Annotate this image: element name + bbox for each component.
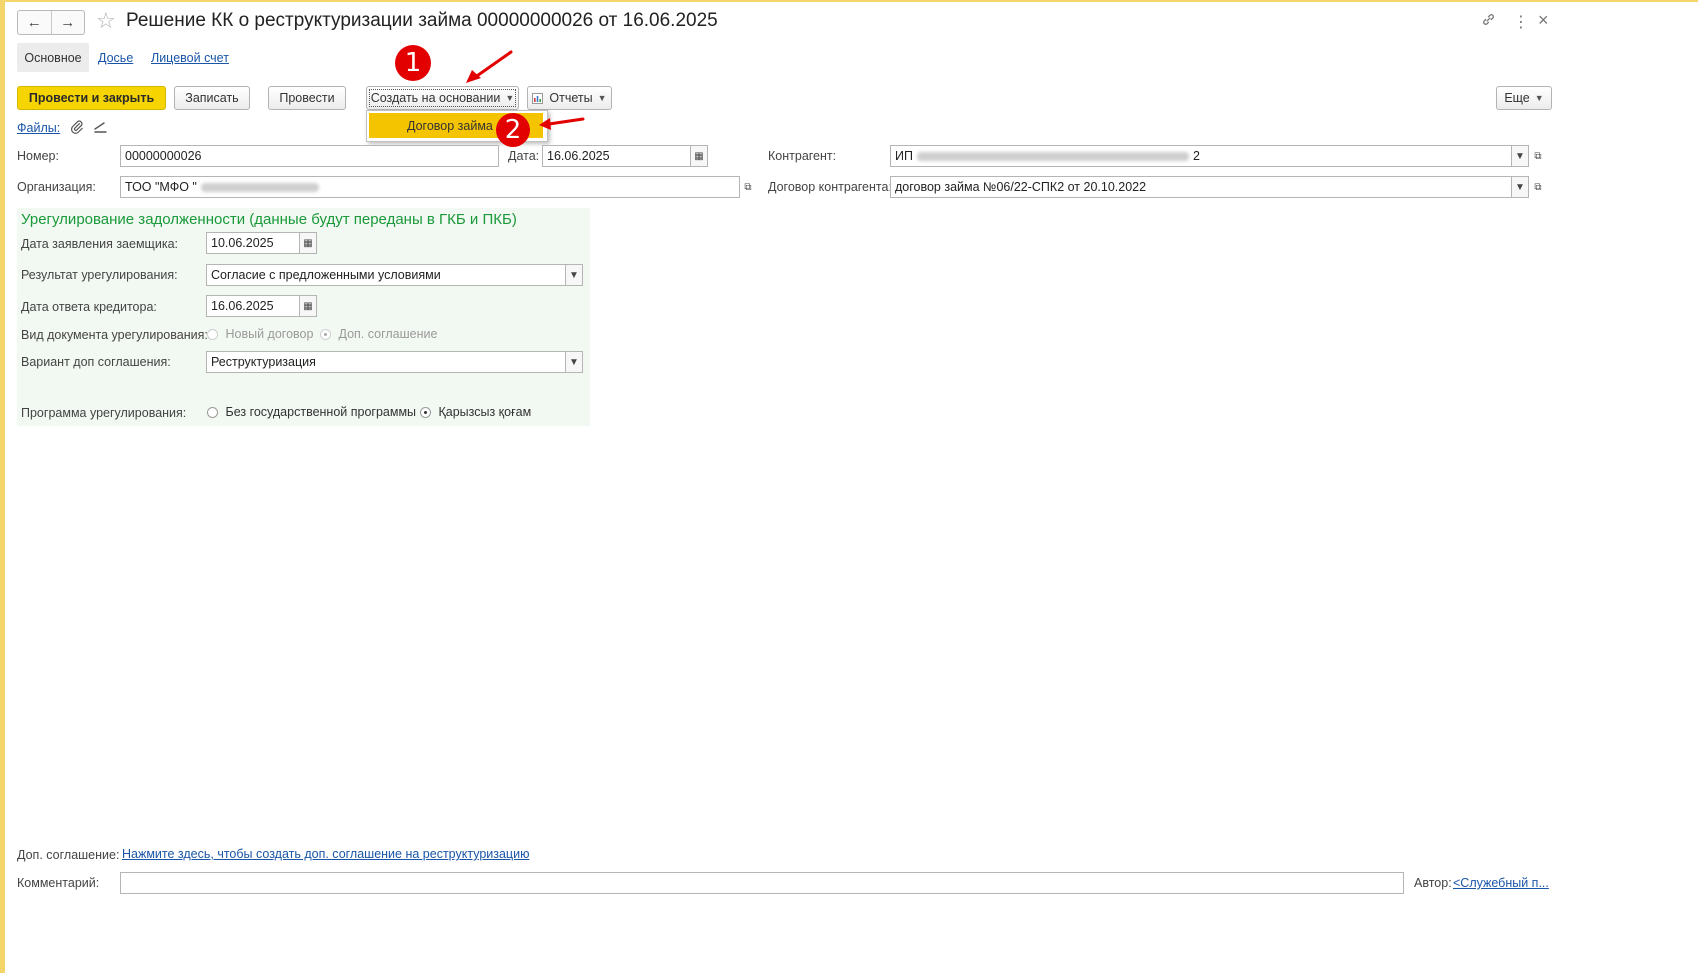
tab-dossier[interactable]: Досье	[98, 51, 133, 65]
contract-open-button[interactable]: ⧉	[1529, 176, 1547, 198]
author-label: Автор:	[1414, 876, 1452, 890]
date-field[interactable]: 16.06.2025	[542, 145, 691, 167]
organization-open-button[interactable]: ⧉	[739, 176, 757, 198]
date-label: Дата:	[508, 149, 540, 163]
redacted-text	[916, 151, 1189, 161]
create-based-on-button[interactable]: Создать на основании ▼	[366, 86, 519, 110]
radio-debt-free-society-label: Қарызсыз қоғам	[438, 405, 532, 419]
calendar-icon: ▦	[303, 237, 313, 249]
save-button[interactable]: Записать	[174, 86, 250, 110]
settlement-result-label: Результат урегулирования:	[21, 268, 178, 282]
creditor-reply-date-field[interactable]: 16.06.2025	[206, 295, 300, 317]
reports-label: Отчеты	[549, 91, 593, 105]
chevron-down-icon: ▼	[1515, 181, 1525, 193]
addendum-variant-dropdown-button[interactable]: ▼	[565, 351, 583, 373]
addendum-variant-field[interactable]: Реструктуризация	[206, 351, 566, 373]
radio-no-state-program[interactable]: Без государственной программы	[207, 405, 416, 419]
callout-badge-1: 1	[395, 45, 431, 81]
files-link[interactable]: Файлы:	[17, 121, 60, 135]
radio-addendum[interactable]: Доп. соглашение	[320, 327, 437, 341]
settlement-group-title: Урегулирование задолженности (данные буд…	[21, 211, 517, 228]
settlement-result-dropdown-button[interactable]: ▼	[565, 264, 583, 286]
create-based-on-label: Создать на основании	[370, 91, 501, 105]
creditor-reply-date-calendar-button[interactable]: ▦	[299, 295, 317, 317]
contract-label: Договор контрагента:	[768, 180, 892, 194]
callout-arrow-icon	[539, 117, 585, 130]
radio-debt-free-society[interactable]: Қарызсыз қоғам	[420, 405, 531, 419]
back-button[interactable]: ←	[18, 11, 52, 34]
organization-prefix: ТОО "МФО "	[125, 180, 197, 194]
close-icon[interactable]: ×	[1538, 10, 1549, 31]
counterparty-suffix: 2	[1192, 149, 1200, 163]
chevron-down-icon: ▼	[1515, 150, 1525, 162]
forward-button[interactable]: →	[52, 11, 85, 34]
radio-addendum-label: Доп. соглашение	[338, 327, 438, 341]
counterparty-field[interactable]: ИП 2	[890, 145, 1512, 167]
date-calendar-button[interactable]: ▦	[690, 145, 708, 167]
report-chart-icon	[532, 92, 544, 104]
document-kind-label: Вид документа урегулирования:	[21, 328, 208, 342]
page-title: Решение КК о реструктуризации займа 0000…	[126, 10, 718, 31]
author-link[interactable]: <Служебный п...	[1453, 876, 1549, 890]
chevron-down-icon: ▼	[1534, 93, 1544, 103]
redacted-text	[200, 182, 319, 192]
radio-new-contract-label: Новый договор	[225, 327, 314, 341]
organization-field[interactable]: ТОО "МФО "	[120, 176, 740, 198]
chevron-down-icon: ▼	[569, 356, 579, 368]
callout-badge-2: 2	[496, 113, 530, 147]
application-date-label: Дата заявления заемщика:	[21, 237, 178, 251]
application-date-field[interactable]: 10.06.2025	[206, 232, 300, 254]
number-field[interactable]: 00000000026	[120, 145, 499, 167]
history-nav: ← →	[17, 10, 85, 35]
post-button[interactable]: Провести	[268, 86, 346, 110]
tab-main[interactable]: Основное	[17, 43, 89, 72]
counterparty-open-button[interactable]: ⧉	[1529, 145, 1547, 167]
arrow-left-icon: ←	[26, 14, 42, 31]
chevron-down-icon: ▼	[569, 269, 579, 281]
open-window-icon: ⧉	[744, 181, 752, 193]
creditor-reply-date-label: Дата ответа кредитора:	[21, 300, 157, 314]
reports-button[interactable]: Отчеты ▼	[527, 86, 612, 110]
contract-dropdown-button[interactable]: ▼	[1511, 176, 1529, 198]
application-date-calendar-button[interactable]: ▦	[299, 232, 317, 254]
comment-label: Комментарий:	[17, 876, 100, 890]
counterparty-dropdown-button[interactable]: ▼	[1511, 145, 1529, 167]
top-accent-stripe	[0, 0, 1698, 2]
chevron-down-icon: ▼	[505, 93, 515, 103]
addendum-label: Доп. соглашение:	[17, 848, 120, 862]
radio-circle-icon	[320, 329, 331, 341]
radio-no-state-program-label: Без государственной программы	[225, 405, 417, 419]
addendum-variant-label: Вариант доп соглашения:	[21, 355, 171, 369]
more-label: Еще	[1504, 91, 1530, 105]
link-icon[interactable]	[1481, 12, 1496, 32]
radio-new-contract[interactable]: Новый договор	[207, 327, 313, 341]
settlement-program-label: Программа урегулирования:	[21, 406, 187, 420]
settlement-result-field[interactable]: Согласие с предложенными условиями	[206, 264, 566, 286]
organization-label: Организация:	[17, 180, 96, 194]
paperclip-icon[interactable]	[69, 119, 84, 137]
callout-arrow-icon	[466, 50, 513, 83]
open-window-icon: ⧉	[1534, 150, 1542, 162]
arrow-right-icon: →	[60, 14, 76, 31]
post-and-close-button[interactable]: Провести и закрыть	[17, 86, 166, 110]
calendar-icon: ▦	[694, 150, 704, 162]
favorite-star-icon[interactable]: ☆	[96, 9, 116, 33]
tab-personal-account[interactable]: Лицевой счет	[151, 51, 229, 65]
create-addendum-link[interactable]: Нажмите здесь, чтобы создать доп. соглаш…	[122, 847, 529, 861]
radio-circle-icon	[420, 407, 431, 419]
contract-field[interactable]: договор займа №06/22-СПК2 от 20.10.2022	[890, 176, 1512, 198]
radio-circle-icon	[207, 407, 218, 419]
more-button[interactable]: Еще ▼	[1496, 86, 1552, 110]
comment-field[interactable]	[120, 872, 1404, 894]
counterparty-prefix: ИП	[895, 149, 913, 163]
number-label: Номер:	[17, 149, 59, 163]
left-accent-stripe	[0, 0, 5, 973]
open-window-icon: ⧉	[1534, 181, 1542, 193]
more-menu-icon[interactable]: ⋮	[1513, 12, 1529, 32]
signature-icon[interactable]	[93, 120, 108, 137]
radio-circle-icon	[207, 329, 218, 341]
chevron-down-icon: ▼	[597, 93, 607, 103]
counterparty-label: Контрагент:	[768, 149, 837, 163]
calendar-icon: ▦	[303, 300, 313, 312]
